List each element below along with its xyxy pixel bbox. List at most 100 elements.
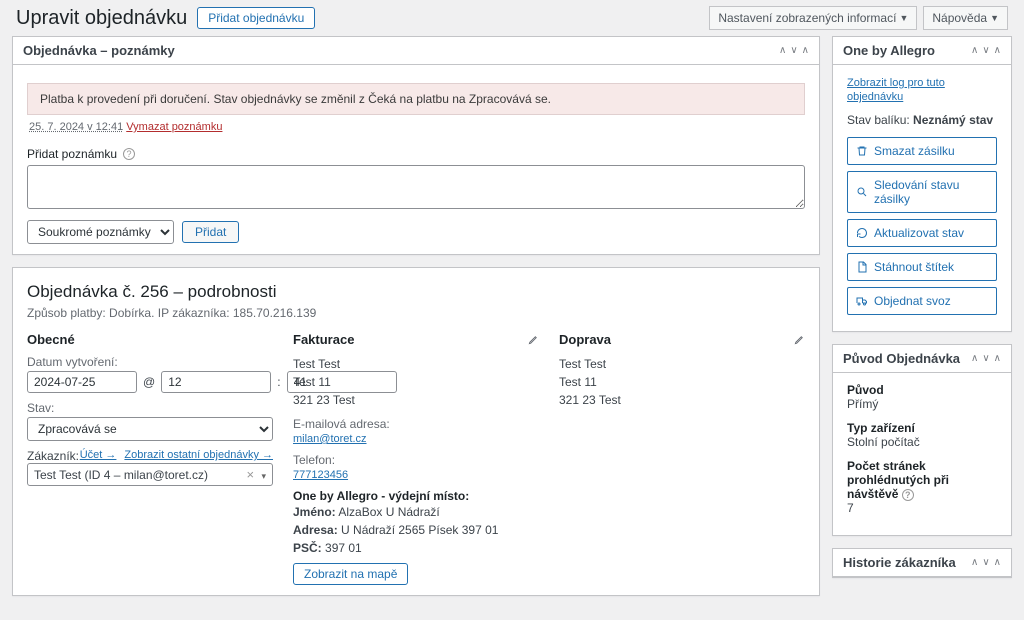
delete-note-link[interactable]: Vymazat poznámku: [126, 121, 222, 133]
allegro-addr: U Nádraží 2565 Písek 397 01: [341, 523, 498, 537]
device-value: Stolní počítač: [847, 435, 920, 449]
delete-shipment-button[interactable]: Smazat zásilku: [847, 137, 997, 165]
allegro-box: One by Allegro ∧ ∨ ∧ Zobrazit log pro tu…: [832, 36, 1012, 332]
shipping-column: Doprava Test Test Test 11 321 23 Test: [559, 332, 805, 585]
pages-label: Počet stránek prohlédnutých při návštěvě: [847, 459, 949, 501]
origin-label: Původ: [847, 383, 997, 397]
order-pickup-button[interactable]: Objednat svoz: [847, 287, 997, 315]
toggle-icon[interactable]: ∧: [994, 45, 1001, 56]
chevron-down-icon: ▼: [990, 13, 999, 23]
screen-options-button[interactable]: Nastavení zobrazených informací▼: [709, 6, 917, 30]
allegro-box-title: One by Allegro: [843, 43, 971, 58]
truck-icon: [856, 295, 868, 307]
search-icon: [856, 186, 868, 198]
customer-select[interactable]: Test Test (ID 4 – milan@toret.cz) × ▾: [27, 463, 273, 486]
allegro-name: AlzaBox U Nádraží: [338, 505, 439, 519]
file-icon: [856, 261, 868, 273]
chevron-down-icon[interactable]: ∨: [982, 353, 989, 364]
download-label-button[interactable]: Stáhnout štítek: [847, 253, 997, 281]
customer-select-value: Test Test (ID 4 – milan@toret.cz): [34, 468, 208, 482]
add-note-button[interactable]: Přidat: [182, 221, 239, 243]
clear-customer-icon[interactable]: ×: [243, 467, 259, 482]
allegro-psc-label: PSČ:: [293, 541, 322, 555]
screen-options-label: Nastavení zobrazených informací: [718, 11, 896, 25]
order-subtitle: Způsob platby: Dobírka. IP zákazníka: 18…: [27, 306, 805, 320]
chevron-up-icon[interactable]: ∧: [971, 557, 978, 568]
show-log-link[interactable]: Zobrazit log pro tuto objednávku: [847, 77, 945, 103]
billing-column: Fakturace Test Test Test 11 321 23 Test …: [293, 332, 539, 585]
note-type-select[interactable]: Soukromé poznámky: [27, 220, 174, 244]
allegro-psc: 397 01: [325, 541, 362, 555]
chevron-up-icon[interactable]: ∧: [971, 353, 978, 364]
note-timestamp: 25. 7. 2024 v 12:41: [29, 121, 123, 133]
status-label: Stav:: [27, 401, 273, 415]
billing-line3: 321 23 Test: [293, 391, 539, 409]
device-label: Typ zařízení: [847, 421, 997, 435]
billing-heading: Fakturace: [293, 332, 354, 347]
add-note-textarea[interactable]: [27, 165, 805, 209]
order-origin-box: Původ Objednávka ∧ ∨ ∧ PůvodPřímý Typ za…: [832, 344, 1012, 536]
page-title: Upravit objednávku: [16, 7, 187, 30]
email-label: E-mailová adresa:: [293, 417, 539, 431]
toggle-icon[interactable]: ∧: [802, 45, 809, 56]
package-status-value: Neznámý stav: [913, 113, 993, 127]
system-note: Platba k provedení při doručení. Stav ob…: [27, 83, 805, 115]
profile-link[interactable]: Účet →: [80, 449, 117, 463]
origin-value: Přímý: [847, 397, 878, 411]
chevron-down-icon[interactable]: ∨: [982, 45, 989, 56]
phone-label: Telefon:: [293, 453, 539, 467]
show-on-map-button[interactable]: Zobrazit na mapě: [293, 563, 408, 585]
order-date-input[interactable]: [27, 371, 137, 393]
other-orders-link[interactable]: Zobrazit ostatní objednávky →: [124, 449, 273, 463]
allegro-name-label: Jméno:: [293, 505, 336, 519]
toggle-icon[interactable]: ∧: [994, 557, 1001, 568]
order-details-box: Objednávka č. 256 – podrobnosti Způsob p…: [12, 267, 820, 596]
shipping-line3: 321 23 Test: [559, 391, 805, 409]
add-note-label: Přidat poznámku ?: [27, 147, 805, 161]
trash-icon: [856, 145, 868, 157]
chevron-down-icon[interactable]: ∨: [982, 557, 989, 568]
general-heading: Obecné: [27, 332, 273, 347]
allegro-addr-label: Adresa:: [293, 523, 338, 537]
shipping-heading: Doprava: [559, 332, 611, 347]
order-status-select[interactable]: Zpracovává se: [27, 417, 273, 441]
order-origin-title: Původ Objednávka: [843, 351, 971, 366]
order-notes-box: Objednávka – poznámky ∧ ∨ ∧ Platba k pro…: [12, 36, 820, 255]
add-order-button[interactable]: Přidat objednávku: [197, 7, 315, 29]
billing-line2: Test 11: [293, 373, 539, 391]
allegro-pickup-heading: One by Allegro - výdejní místo:: [293, 489, 539, 503]
shipping-name: Test Test: [559, 355, 805, 373]
edit-billing-icon[interactable]: [528, 334, 539, 345]
chevron-down-icon[interactable]: ▾: [261, 471, 266, 481]
customer-label: Zákazník:: [27, 449, 79, 463]
chevron-down-icon: ▼: [899, 13, 908, 23]
page-header: Upravit objednávku Přidat objednávku Nas…: [0, 0, 1024, 36]
help-icon[interactable]: ?: [902, 489, 914, 501]
billing-name: Test Test: [293, 355, 539, 373]
chevron-up-icon[interactable]: ∧: [779, 45, 786, 56]
billing-phone[interactable]: 777123456: [293, 469, 348, 481]
shipping-line2: Test 11: [559, 373, 805, 391]
help-label: Nápověda: [932, 11, 987, 25]
order-notes-title: Objednávka – poznámky: [23, 43, 779, 58]
help-button[interactable]: Nápověda▼: [923, 6, 1008, 30]
package-status-label: Stav balíku:: [847, 113, 910, 127]
general-column: Obecné Datum vytvoření: @ :: [27, 332, 273, 585]
pages-value: 7: [847, 501, 854, 515]
order-title: Objednávka č. 256 – podrobnosti: [27, 282, 805, 302]
edit-shipping-icon[interactable]: [794, 334, 805, 345]
customer-history-title: Historie zákazníka: [843, 555, 971, 570]
customer-history-box: Historie zákazníka ∧ ∨ ∧: [832, 548, 1012, 578]
track-shipment-button[interactable]: Sledování stavu zásilky: [847, 171, 997, 213]
help-icon[interactable]: ?: [123, 148, 135, 160]
at-sep: @: [143, 375, 155, 389]
order-hour-input[interactable]: [161, 371, 271, 393]
colon-sep: :: [277, 375, 280, 389]
toggle-icon[interactable]: ∧: [994, 353, 1001, 364]
chevron-up-icon[interactable]: ∧: [971, 45, 978, 56]
chevron-down-icon[interactable]: ∨: [790, 45, 797, 56]
billing-email[interactable]: milan@toret.cz: [293, 433, 367, 445]
refresh-status-button[interactable]: Aktualizovat stav: [847, 219, 997, 247]
refresh-icon: [856, 227, 868, 239]
date-label: Datum vytvoření:: [27, 355, 273, 369]
